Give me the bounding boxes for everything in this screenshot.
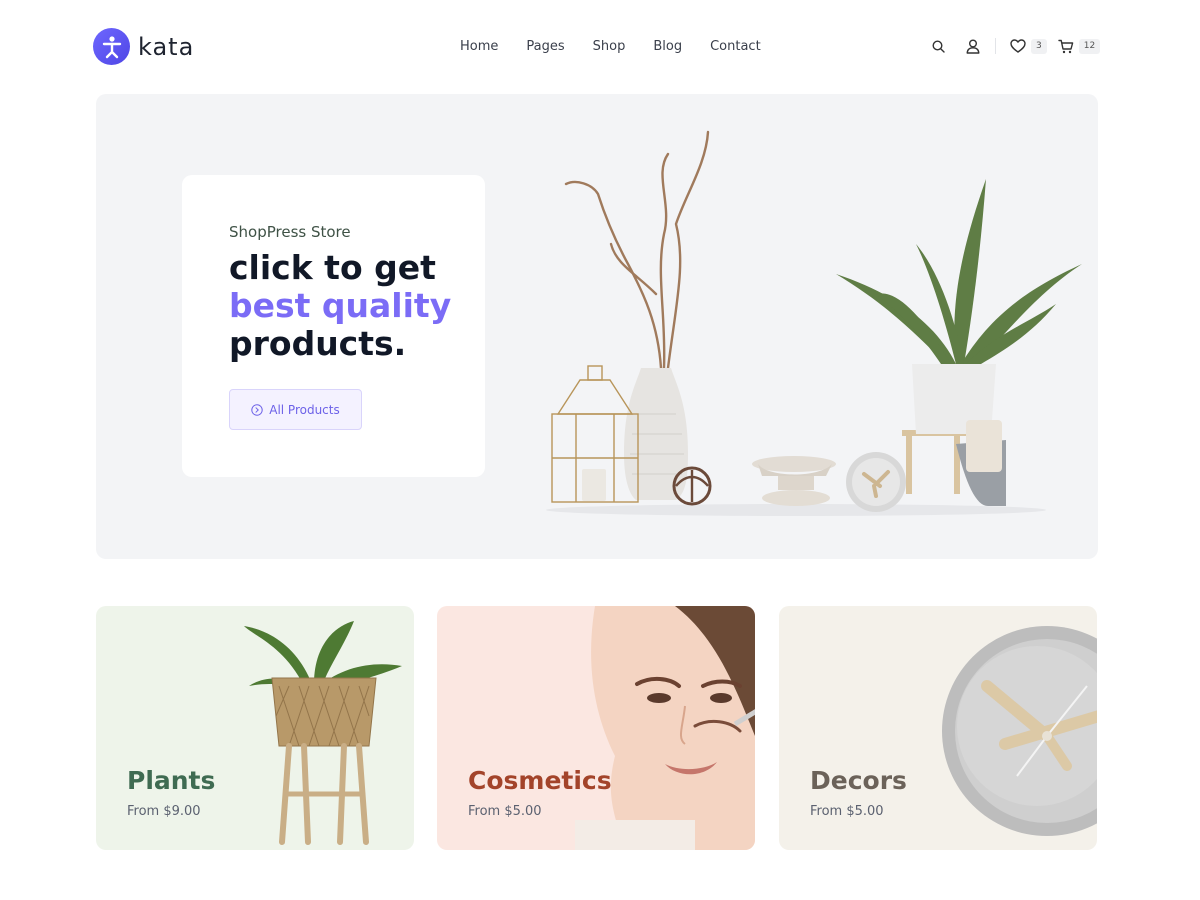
hero-card: ShopPress Store click to get best qualit… [182,175,485,477]
brand-name: kata [138,32,195,61]
heart-icon[interactable] [1008,36,1028,56]
all-products-button[interactable]: All Products [229,389,362,430]
cart-count: 12 [1078,38,1101,54]
hero-eyebrow: ShopPress Store [229,223,351,241]
category-price: From $5.00 [468,804,542,819]
nav-blog[interactable]: Blog [639,38,696,56]
category-price: From $5.00 [810,804,884,819]
user-icon[interactable] [963,36,983,56]
nav-pages[interactable]: Pages [512,38,578,56]
divider [995,38,996,54]
header-actions: 3 12 [928,36,1101,56]
arrow-circle-icon [251,403,263,416]
wishlist-count: 3 [1031,38,1047,54]
headline-line-2: best quality [229,286,452,325]
category-card-cosmetics[interactable]: Cosmetics From $5.00 [437,606,755,850]
category-title: Cosmetics [468,766,612,795]
category-card-plants[interactable]: Plants From $9.00 [96,606,414,850]
category-card-decors[interactable]: Decors From $5.00 [779,606,1097,850]
wall-clock-illustration [942,626,1097,836]
nav-contact[interactable]: Contact [696,38,775,56]
category-price: From $9.00 [127,804,201,819]
headline-line-1: click to get [229,248,436,287]
headline-line-3: products. [229,324,407,363]
all-products-label: All Products [269,402,340,417]
cart-icon[interactable] [1056,36,1076,56]
nav-home[interactable]: Home [446,38,512,56]
nav-shop[interactable]: Shop [579,38,640,56]
hero-banner: ShopPress Store click to get best qualit… [96,94,1098,559]
model-face-illustration [575,606,755,850]
logo[interactable]: kata [93,28,194,65]
hero-product-illustration [546,130,1082,516]
site-header: kata Home Pages Shop Blog Contact 3 12 [0,0,1200,94]
hero-headline: click to get best quality products. [229,249,469,363]
logo-icon [93,28,130,65]
main-nav: Home Pages Shop Blog Contact [446,38,775,56]
category-title: Decors [810,766,907,795]
plant-stand-illustration [244,621,402,845]
category-title: Plants [127,766,216,795]
search-icon[interactable] [928,36,948,56]
